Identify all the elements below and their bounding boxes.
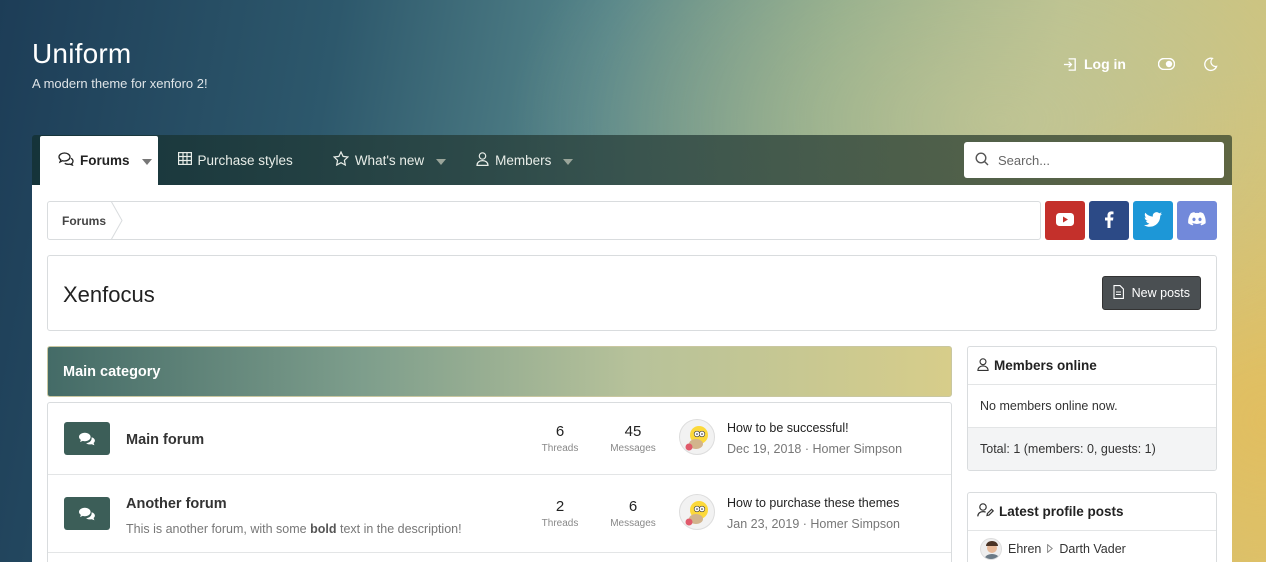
breadcrumb-separator — [110, 201, 123, 240]
latest-thread-title[interactable]: How to purchase these themes — [727, 496, 899, 510]
page-title: Xenfocus — [63, 282, 155, 307]
breadcrumb: Forums — [47, 201, 1041, 240]
profile-post-author[interactable]: Ehren — [1008, 542, 1041, 556]
login-label: Log in — [1084, 56, 1126, 72]
sign-in-icon — [1063, 57, 1078, 72]
tab-members-label: Members — [495, 152, 552, 168]
site-tagline: A modern theme for xenforo 2! — [32, 76, 208, 91]
youtube-icon — [1056, 212, 1074, 229]
twitter-button[interactable] — [1133, 201, 1173, 240]
members-online-title: Members online — [994, 358, 1097, 373]
latest-thread-title[interactable]: How to be successful! — [727, 421, 849, 435]
tab-forums-label: Forums — [80, 153, 130, 168]
forum-description: This is another forum, with some bold te… — [126, 522, 462, 536]
new-posts-label: New posts — [1131, 286, 1190, 300]
latest-thread-meta[interactable]: Jan 23, 2019 · Homer Simpson — [727, 517, 900, 531]
latest-profile-posts-widget: Latest profile posts Ehren Darth Vader — [967, 492, 1217, 562]
discord-button[interactable] — [1177, 201, 1217, 240]
chevron-down-icon[interactable] — [141, 153, 152, 168]
tab-whats-new-label: What's new — [354, 152, 425, 168]
site-title[interactable]: Uniform — [32, 38, 208, 70]
category-header[interactable]: Main category — [47, 346, 952, 397]
facebook-icon — [1104, 210, 1114, 231]
site-header: Uniform A modern theme for xenforo 2! — [32, 38, 208, 91]
star-icon — [332, 150, 350, 169]
category-title: Main category — [63, 363, 161, 380]
forum-list: Main forum 6 Threads 45 Messages How to … — [47, 402, 952, 562]
threads-count: 2 — [555, 498, 565, 515]
dark-mode-moon-icon[interactable] — [1203, 57, 1218, 72]
main-content: Forums Xenfocus New posts Main category … — [32, 185, 1232, 562]
threads-stat: 2 Threads — [530, 498, 590, 529]
latest-profile-posts-header[interactable]: Latest profile posts — [968, 493, 1216, 531]
latest-thread-meta[interactable]: Dec 19, 2018 · Homer Simpson — [727, 442, 902, 456]
profile-post-recipient[interactable]: Darth Vader — [1059, 542, 1125, 556]
login-link[interactable]: Log in — [1063, 56, 1126, 72]
messages-label: Messages — [610, 443, 656, 454]
search-box[interactable] — [964, 142, 1224, 178]
messages-label: Messages — [610, 518, 656, 529]
forum-description-text: This is another forum, with some — [126, 522, 311, 536]
tab-whats-new[interactable]: What's new — [307, 135, 460, 185]
table-icon — [177, 152, 192, 168]
style-toggle-icon[interactable] — [1158, 58, 1175, 70]
members-online-total: Total: 1 (members: 0, guests: 1) — [968, 428, 1216, 470]
tab-members[interactable]: Members — [460, 135, 587, 185]
tab-forums[interactable]: Forums — [40, 136, 158, 185]
messages-stat: 6 Messages — [603, 498, 663, 529]
avatar[interactable] — [679, 419, 715, 455]
members-online-widget: Members online No members online now. To… — [967, 346, 1217, 471]
comments-icon — [58, 152, 74, 169]
forum-row: Another forum This is another forum, wit… — [48, 475, 951, 553]
top-actions: Log in — [1063, 56, 1218, 72]
page-title-box: Xenfocus New posts — [47, 255, 1217, 331]
threads-label: Threads — [541, 518, 579, 529]
discord-icon — [1188, 212, 1206, 229]
forum-row: Main forum 6 Threads 45 Messages How to … — [48, 403, 951, 475]
nav-tabs: Forums Purchase styles What's new Member… — [40, 135, 587, 185]
social-links — [1045, 201, 1217, 240]
messages-count: 6 — [628, 498, 638, 515]
user-icon — [476, 151, 489, 169]
youtube-button[interactable] — [1045, 201, 1085, 240]
forum-comments-icon[interactable] — [64, 422, 110, 455]
search-icon — [975, 151, 989, 169]
threads-label: Threads — [541, 443, 579, 454]
twitter-icon — [1144, 211, 1162, 230]
tab-purchase-styles[interactable]: Purchase styles — [158, 135, 307, 185]
main-navbar: Forums Purchase styles What's new Member… — [32, 135, 1232, 185]
forum-title[interactable]: Main forum — [126, 432, 204, 448]
profile-post-item: Ehren Darth Vader — [968, 531, 1216, 562]
tab-purchase-styles-label: Purchase styles — [197, 152, 293, 168]
file-icon — [1113, 284, 1124, 302]
user-icon — [977, 357, 989, 374]
forum-description-bold: bold — [310, 522, 337, 536]
facebook-button[interactable] — [1089, 201, 1129, 240]
forum-title[interactable]: Another forum — [126, 496, 227, 512]
forum-description-text-end: text in the description! — [336, 522, 462, 536]
threads-stat: 6 Threads — [530, 423, 590, 454]
members-online-body: No members online now. — [968, 385, 1216, 428]
search-input[interactable] — [998, 152, 1198, 168]
new-posts-button[interactable]: New posts — [1101, 276, 1201, 310]
avatar[interactable] — [679, 494, 715, 530]
messages-stat: 45 Messages — [603, 423, 663, 454]
chevron-down-icon[interactable] — [436, 153, 447, 168]
latest-profile-posts-title: Latest profile posts — [999, 504, 1124, 519]
chevron-down-icon[interactable] — [563, 153, 574, 168]
threads-count: 6 — [555, 423, 565, 440]
user-edit-icon — [977, 503, 995, 520]
members-online-header[interactable]: Members online — [968, 347, 1216, 385]
forum-comments-icon[interactable] — [64, 497, 110, 530]
avatar[interactable] — [980, 538, 1002, 560]
messages-count: 45 — [624, 423, 642, 440]
caret-right-icon — [1047, 542, 1054, 556]
